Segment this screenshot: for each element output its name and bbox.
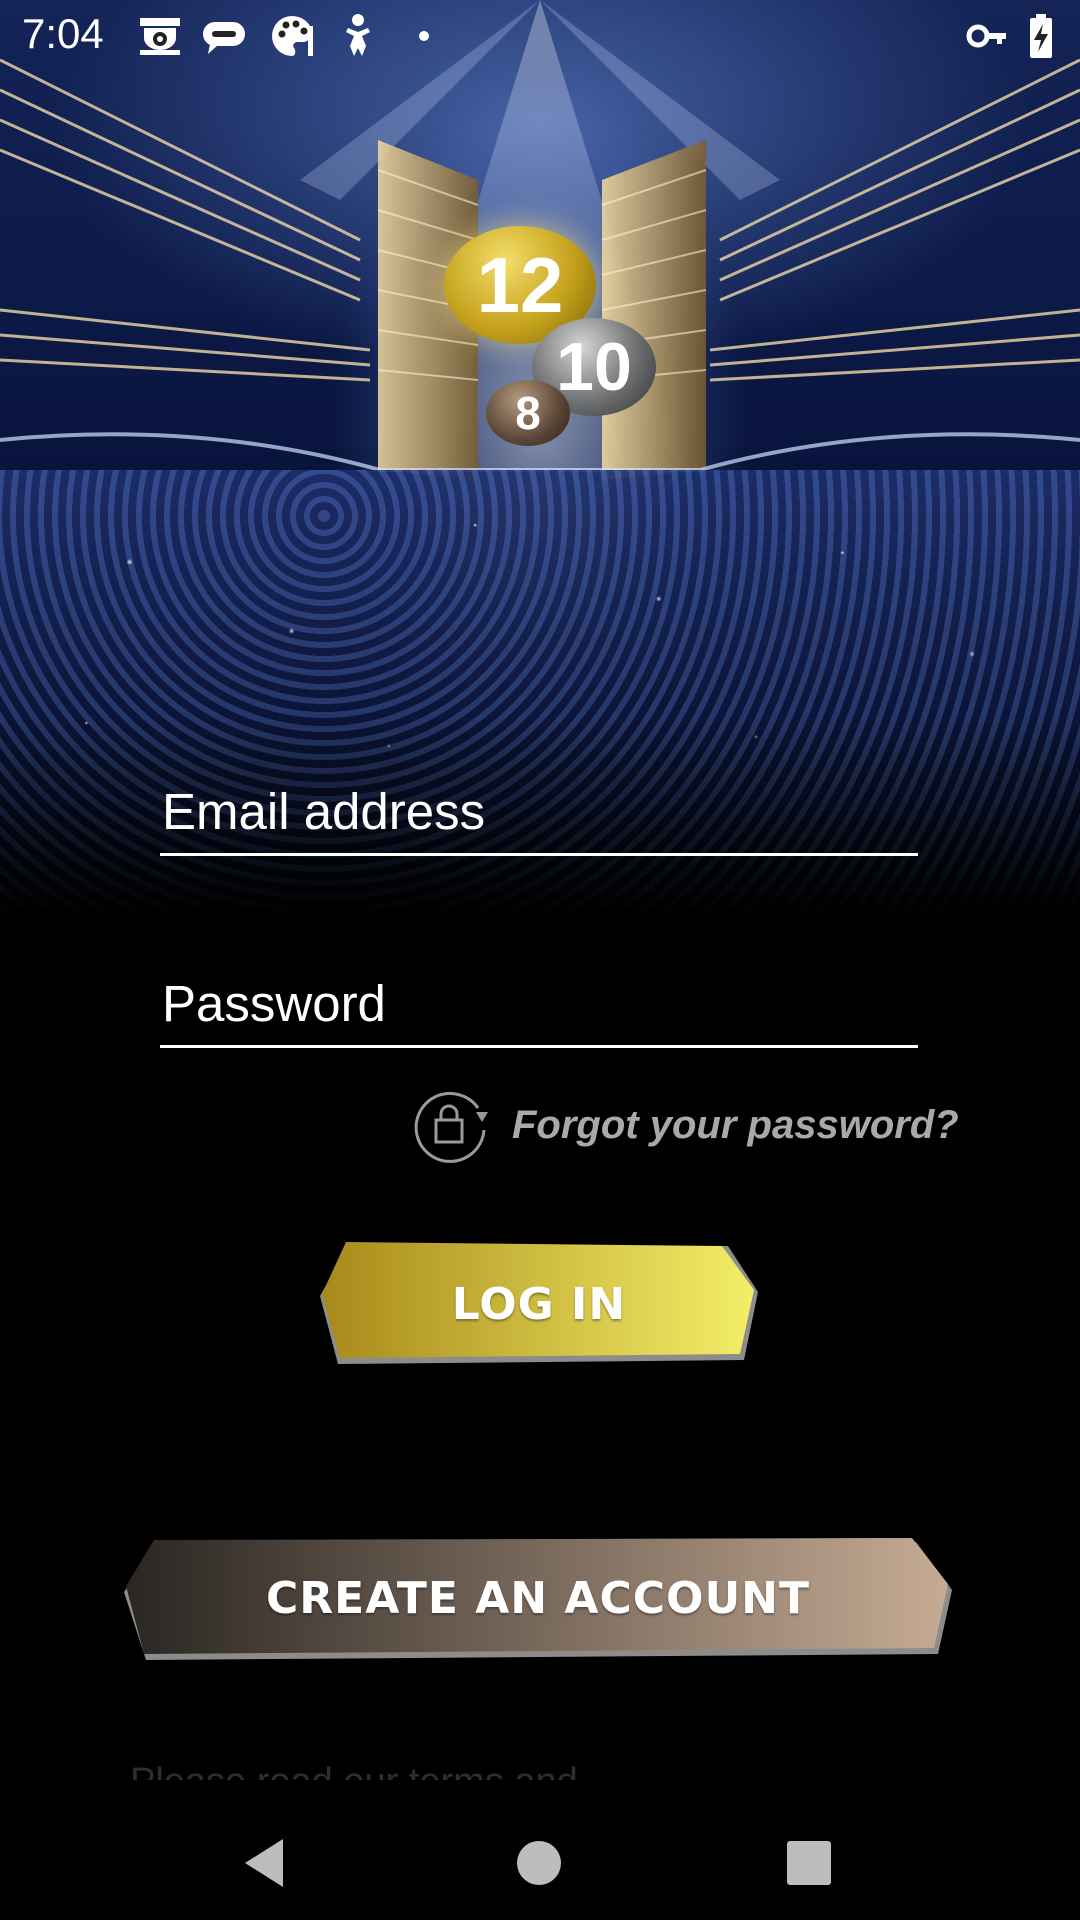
password-field[interactable]	[160, 974, 918, 1048]
create-account-label: CREATE AN ACCOUNT	[265, 1572, 811, 1624]
cctv-icon	[140, 18, 180, 55]
login-label: LOG IN	[451, 1278, 627, 1330]
logo-ball-8: 8	[486, 380, 570, 446]
forgot-password-text[interactable]: Forgot your password?	[512, 1103, 959, 1148]
back-button[interactable]	[222, 1818, 312, 1908]
password-input[interactable]	[160, 974, 918, 1048]
chat-bubble-icon	[203, 22, 245, 54]
recents-icon	[787, 1841, 831, 1885]
email-input[interactable]	[160, 782, 918, 856]
create-account-button[interactable]: CREATE AN ACCOUNT	[122, 1530, 954, 1666]
vpn-key-icon	[966, 24, 1006, 48]
email-field[interactable]	[160, 782, 918, 856]
child-icon	[346, 14, 370, 56]
home-icon	[517, 1841, 561, 1885]
dot-icon	[419, 31, 429, 41]
back-icon	[245, 1839, 283, 1887]
eurovision-logo: 12 10 8	[430, 220, 680, 450]
forgot-password-link[interactable]: Forgot your password?	[408, 1082, 959, 1168]
home-button[interactable]	[494, 1818, 584, 1908]
status-time: 7:04	[22, 10, 104, 57]
lock-reset-icon	[414, 1091, 488, 1163]
terms-text-partial: Please read our terms and	[130, 1760, 578, 1780]
battery-charging-icon	[1030, 14, 1052, 58]
login-button[interactable]: LOG IN	[318, 1236, 760, 1372]
status-bar: 7:04	[0, 0, 1080, 72]
palette-icon	[272, 16, 313, 56]
recents-button[interactable]	[764, 1818, 854, 1908]
navigation-bar	[0, 1800, 1080, 1920]
